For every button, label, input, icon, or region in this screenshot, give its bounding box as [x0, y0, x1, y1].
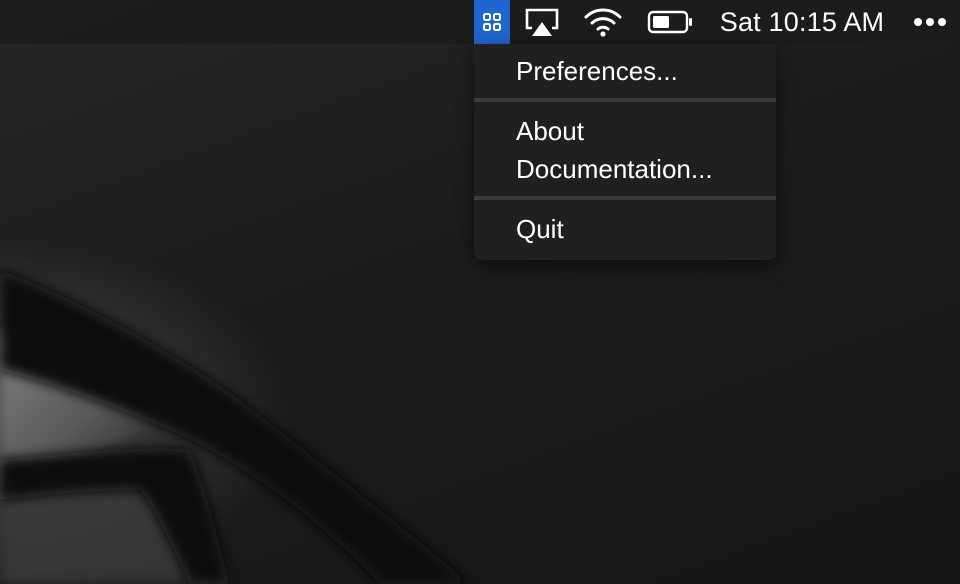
grid-app-icon: [483, 13, 501, 31]
menu-item-documentation[interactable]: Documentation...: [474, 150, 776, 188]
wifi-icon: [584, 8, 622, 37]
more-icon: [914, 18, 946, 26]
menubar-clock[interactable]: Sat 10:15 AM: [712, 0, 892, 44]
more-button[interactable]: [906, 0, 954, 44]
menu-separator: [474, 196, 776, 200]
status-app-button[interactable]: [474, 0, 510, 44]
status-menu: Preferences... About Documentation... Qu…: [474, 44, 776, 260]
menu-item-about[interactable]: About: [474, 112, 776, 150]
airplay-icon: [525, 8, 559, 36]
battery-button[interactable]: [644, 0, 698, 44]
menu-bar: Sat 10:15 AM: [0, 0, 960, 44]
battery-icon: [647, 10, 692, 34]
menu-item-quit[interactable]: Quit: [474, 210, 776, 248]
menu-separator: [474, 98, 776, 102]
desktop: Sat 10:15 AM Preferences... About Docume…: [0, 0, 960, 584]
wifi-button[interactable]: [580, 0, 626, 44]
menu-item-preferences[interactable]: Preferences...: [474, 52, 776, 90]
airplay-button[interactable]: [520, 0, 564, 44]
